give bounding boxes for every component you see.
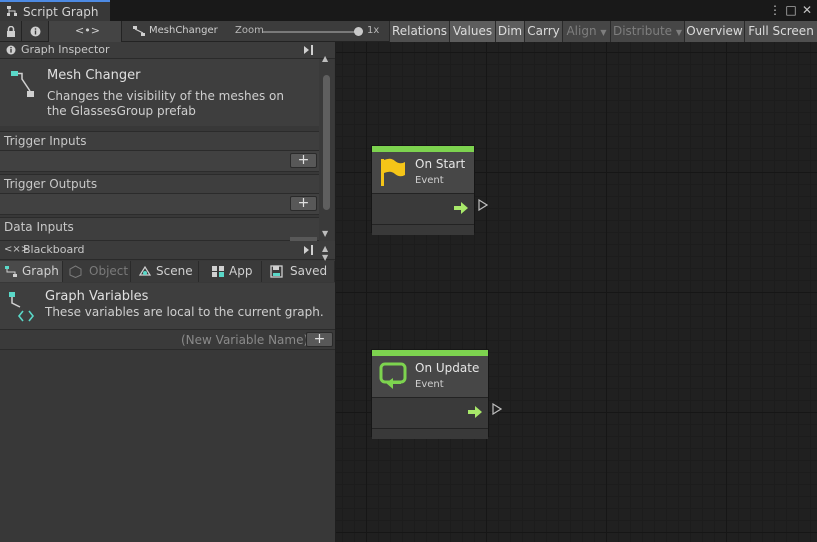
trigger-outputs-label: Trigger Outputs bbox=[0, 174, 319, 194]
add-trigger-output-button[interactable]: + bbox=[290, 196, 317, 211]
output-port-icon[interactable] bbox=[478, 199, 488, 211]
maximize-icon[interactable]: □ bbox=[784, 2, 798, 18]
node-on-update[interactable]: On Update Event bbox=[371, 349, 489, 439]
close-icon[interactable]: ✕ bbox=[800, 2, 814, 18]
info-icon bbox=[6, 45, 16, 55]
distribute-label: Distribute bbox=[612, 24, 673, 38]
inspector-scrollbar-thumb[interactable] bbox=[323, 75, 330, 210]
add-trigger-input-button[interactable]: + bbox=[290, 153, 317, 168]
blackboard-header: <×> Blackboard ▲ ▼ bbox=[0, 241, 335, 262]
left-panel: Graph Inspector ▲ ▼ Mesh Changer Changes… bbox=[0, 42, 336, 542]
graph-variables-title: Graph Variables bbox=[45, 289, 149, 304]
zoom-label: Zoom bbox=[235, 25, 264, 36]
pin-icon[interactable] bbox=[302, 44, 315, 56]
trigger-inputs-label: Trigger Inputs bbox=[0, 131, 319, 151]
node-on-start[interactable]: On Start Event bbox=[371, 145, 475, 235]
graph-info-card: Mesh Changer Changes the visibility of t… bbox=[0, 59, 319, 126]
scroll-down-icon[interactable]: ▼ bbox=[322, 229, 328, 238]
info-icon bbox=[30, 26, 41, 37]
dim-button[interactable]: Dim bbox=[495, 21, 524, 42]
new-variable-name-input[interactable]: (New Variable Name) bbox=[181, 333, 308, 347]
inspector-scrollbar[interactable]: ▲ ▼ bbox=[319, 54, 334, 241]
carry-button[interactable]: Carry bbox=[524, 21, 562, 42]
info-button[interactable] bbox=[22, 21, 49, 42]
graph-inspector-header: Graph Inspector bbox=[0, 42, 335, 59]
scene-icon bbox=[138, 265, 152, 276]
data-inputs-label: Data Inputs bbox=[0, 217, 319, 241]
trigger-outputs-list: + bbox=[0, 194, 319, 215]
graph-canvas[interactable]: On Start Event On Update Event bbox=[336, 42, 817, 542]
window-titlebar: Script Graph ⋮ □ ✕ bbox=[0, 0, 817, 21]
breadcrumb-meshchanger[interactable]: MeshChanger bbox=[149, 25, 218, 36]
object-icon bbox=[69, 265, 82, 278]
tab-object-label: Object bbox=[89, 264, 129, 278]
new-variable-row: (New Variable Name) + bbox=[0, 329, 335, 350]
tab-graph-label: Graph bbox=[22, 264, 59, 278]
relations-button[interactable]: Relations bbox=[389, 21, 449, 42]
tab-saved-label: Saved bbox=[290, 264, 328, 278]
tab-app[interactable]: App bbox=[199, 261, 262, 282]
node-header: On Start Event bbox=[372, 152, 474, 193]
tab-title: Script Graph bbox=[23, 5, 99, 19]
tab-scene[interactable]: Scene bbox=[131, 261, 199, 282]
blackboard-title: Blackboard bbox=[23, 243, 85, 256]
toolbar: <•> MeshChanger Zoom 1x Relations Values… bbox=[0, 21, 817, 42]
zoom-slider-thumb[interactable] bbox=[354, 27, 363, 36]
breadcrumb-graph-icon bbox=[132, 25, 146, 37]
chevron-down-icon: ▼ bbox=[675, 28, 683, 37]
add-variable-button[interactable]: + bbox=[306, 332, 333, 347]
node-title: On Update bbox=[415, 361, 480, 375]
node-header: On Update Event bbox=[372, 356, 488, 397]
node-footer bbox=[372, 429, 488, 439]
saved-icon bbox=[270, 265, 283, 278]
zoom-value: 1x bbox=[367, 25, 380, 36]
node-ports bbox=[372, 397, 488, 429]
graph-variables-card: Graph Variables These variables are loca… bbox=[0, 283, 335, 329]
trigger-out-arrow-icon[interactable] bbox=[468, 406, 482, 418]
tab-app-label: App bbox=[229, 264, 253, 278]
more-options-icon[interactable]: ⋮ bbox=[768, 2, 782, 18]
node-subtitle: Event bbox=[415, 379, 444, 390]
trigger-inputs-list: + bbox=[0, 151, 319, 172]
graph-description: Changes the visibility of the meshes on … bbox=[47, 89, 284, 118]
embed-icon: <•> bbox=[75, 24, 100, 37]
tab-saved[interactable]: Saved bbox=[262, 261, 335, 282]
lock-button[interactable] bbox=[0, 21, 22, 42]
node-footer bbox=[372, 225, 474, 235]
tab-script-graph[interactable]: Script Graph bbox=[0, 0, 110, 21]
full-screen-button[interactable]: Full Screen bbox=[744, 21, 817, 42]
script-graph-icon bbox=[11, 71, 34, 97]
node-title: On Start bbox=[415, 157, 466, 171]
loop-icon bbox=[379, 362, 407, 389]
scroll-up-icon[interactable]: ▲ bbox=[322, 54, 328, 63]
tab-object[interactable]: Object bbox=[63, 261, 131, 282]
output-port-icon[interactable] bbox=[492, 403, 502, 415]
graph-variables-description: These variables are local to the current… bbox=[45, 305, 324, 319]
chevron-down-icon: ▼ bbox=[600, 28, 607, 37]
tab-scene-label: Scene bbox=[156, 264, 193, 278]
align-label: Align bbox=[566, 24, 597, 38]
values-button[interactable]: Values bbox=[449, 21, 495, 42]
script-graph-icon bbox=[7, 6, 17, 16]
graph-inspector-title: Graph Inspector bbox=[21, 43, 110, 56]
tab-graph[interactable]: Graph bbox=[0, 261, 63, 282]
flag-icon bbox=[381, 158, 405, 186]
node-ports bbox=[372, 193, 474, 225]
blackboard-tabs: Graph Object Scene App Saved bbox=[0, 261, 335, 282]
lock-icon bbox=[7, 26, 15, 37]
node-subtitle: Event bbox=[415, 175, 444, 186]
zoom-slider[interactable] bbox=[263, 31, 359, 33]
app-icon bbox=[212, 266, 224, 277]
graph-variables-icon bbox=[9, 292, 35, 322]
graph-title: Mesh Changer bbox=[47, 68, 141, 83]
trigger-out-arrow-icon[interactable] bbox=[454, 202, 468, 214]
graph-icon bbox=[5, 266, 17, 277]
pin-icon[interactable] bbox=[302, 244, 315, 256]
align-dropdown[interactable]: Align ▼ bbox=[562, 21, 610, 42]
distribute-dropdown[interactable]: Distribute ▼ bbox=[610, 21, 684, 42]
graph-embed-toggle[interactable]: <•> bbox=[49, 21, 122, 42]
overview-button[interactable]: Overview bbox=[684, 21, 744, 42]
